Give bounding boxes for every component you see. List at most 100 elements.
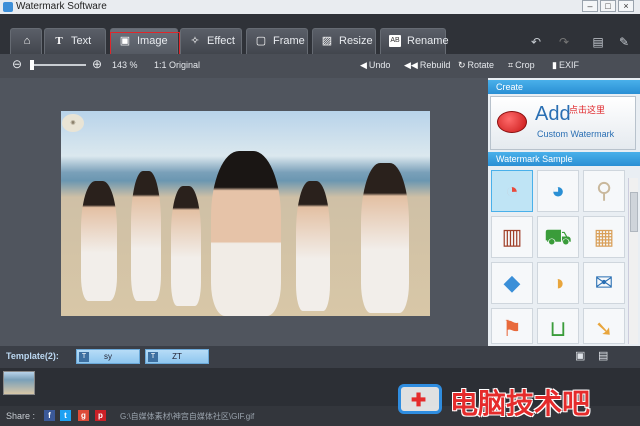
preview-photo[interactable] bbox=[61, 111, 430, 316]
tab-label: Resize bbox=[339, 35, 373, 47]
template-label: Template(2): bbox=[6, 351, 59, 361]
template-list-icon[interactable]: ▤ bbox=[598, 350, 610, 362]
zoom-value: 143 % bbox=[112, 60, 138, 70]
template-item[interactable]: T ZT bbox=[145, 349, 209, 364]
basket-icon: ⊔ bbox=[549, 316, 567, 341]
google-plus-icon[interactable]: g bbox=[78, 410, 89, 421]
app-icon bbox=[3, 2, 13, 12]
share-label: Share : bbox=[6, 411, 36, 421]
photo-subject bbox=[296, 181, 330, 311]
tab-frame[interactable]: ▢ Frame bbox=[246, 28, 308, 54]
box-icon: ▦ bbox=[593, 224, 615, 249]
settings-icon[interactable]: ✎ bbox=[612, 32, 636, 52]
undo-icon[interactable]: ↶ bbox=[524, 32, 548, 52]
exif-button[interactable]: ▮ EXIF bbox=[552, 59, 579, 71]
site-watermark-text: 电脑技术吧 bbox=[450, 388, 591, 419]
image-thumbnail[interactable] bbox=[3, 371, 35, 395]
tab-resize[interactable]: ▨ Resize bbox=[312, 28, 376, 54]
sample-tags[interactable]: ⚲ bbox=[583, 170, 625, 212]
rebuild-button[interactable]: ◀◀ Rebuild bbox=[404, 59, 450, 71]
tab-rename[interactable]: AB Rename bbox=[380, 28, 449, 54]
facebook-icon[interactable]: f bbox=[44, 410, 55, 421]
zoom-slider-handle[interactable] bbox=[30, 60, 34, 70]
tab-bar: ⌂ T Text ▣ Image ✧ Effect ▢ Frame ▨ Resi… bbox=[0, 14, 640, 70]
photo-subject bbox=[171, 186, 201, 306]
redo-icon[interactable]: ↷ bbox=[552, 32, 576, 52]
undo-label: Undo bbox=[368, 60, 391, 70]
text-icon: T bbox=[55, 35, 63, 47]
photo-subject bbox=[81, 181, 117, 301]
tab-text[interactable]: T Text bbox=[44, 28, 106, 54]
rename-icon: AB bbox=[389, 35, 401, 47]
zoom-in-icon[interactable]: ⊕ bbox=[92, 58, 102, 70]
sample-box[interactable]: ▦ bbox=[583, 216, 625, 258]
cart-add-icon: ⛟ bbox=[544, 224, 572, 249]
sample-pie-chart-color[interactable]: ◑ bbox=[537, 262, 579, 304]
feedback-icon[interactable]: ▤ bbox=[586, 32, 610, 52]
custom-watermark-label: Custom Watermark bbox=[537, 129, 615, 139]
right-panel: Create Add Custom Watermark 点击这里 Waterma… bbox=[488, 78, 640, 346]
resize-icon: ▨ bbox=[321, 35, 333, 47]
photo-subject bbox=[211, 151, 281, 316]
crop-label: Crop bbox=[515, 60, 535, 70]
image-canvas[interactable]: ◉ bbox=[0, 78, 488, 346]
window-title: Watermark Software bbox=[16, 1, 107, 12]
template-item-label: sy bbox=[104, 352, 112, 361]
tab-effect[interactable]: ✧ Effect bbox=[180, 28, 242, 54]
template-bar: Template(2): T sy T ZT ▣ ▤ bbox=[0, 346, 640, 368]
rebuild-label: Rebuild bbox=[419, 60, 451, 70]
title-bar: Watermark Software – □ × bbox=[0, 0, 640, 14]
sample-cart[interactable]: ⛟ bbox=[537, 216, 579, 258]
create-header: Create bbox=[488, 80, 640, 94]
rotate-button[interactable]: ↻ Rotate bbox=[458, 59, 494, 71]
tab-label: Frame bbox=[273, 35, 305, 47]
tab-home[interactable]: ⌂ bbox=[10, 28, 42, 54]
sample-door-tag[interactable]: ⚑ bbox=[491, 308, 533, 344]
home-icon: ⌂ bbox=[23, 35, 31, 47]
sample-pie-chart-blue[interactable]: ◕ bbox=[537, 170, 579, 212]
sample-tag[interactable]: ◆ bbox=[491, 262, 533, 304]
original-size-button[interactable]: 1:1 Original bbox=[154, 59, 200, 71]
crop-icon: ⌗ bbox=[508, 60, 514, 70]
info-icon: ▮ bbox=[552, 60, 557, 70]
photo-subject bbox=[131, 171, 161, 301]
sample-scrollbar[interactable] bbox=[628, 178, 638, 344]
minimize-button[interactable]: – bbox=[582, 0, 598, 12]
add-label: Add bbox=[535, 103, 571, 125]
sample-email[interactable]: ✉ bbox=[583, 262, 625, 304]
text-template-icon: T bbox=[148, 352, 158, 362]
undo-arrow-icon: ◀ bbox=[360, 60, 367, 70]
add-custom-watermark-button[interactable]: Add Custom Watermark 点击这里 bbox=[490, 96, 636, 150]
original-prefix: 1:1 bbox=[154, 60, 167, 70]
pie-chart-icon: ◔ bbox=[505, 178, 519, 203]
rotate-icon: ↻ bbox=[458, 60, 466, 70]
rebuild-icon: ◀◀ bbox=[404, 60, 418, 70]
close-button[interactable]: × bbox=[618, 0, 634, 12]
file-path: G:\自媒体素材\神宫自媒体社区\GIF.gif bbox=[120, 412, 255, 421]
sample-arrow[interactable]: ➘ bbox=[583, 308, 625, 344]
click-here-annotation: 点击这里 bbox=[569, 105, 606, 115]
pinterest-icon[interactable]: p bbox=[95, 410, 106, 421]
wand-icon: ✧ bbox=[190, 35, 200, 47]
undo-button[interactable]: ◀ Undo bbox=[360, 59, 390, 71]
sample-basket[interactable]: ⊔ bbox=[537, 308, 579, 344]
sample-pie-chart[interactable]: ◔ bbox=[491, 170, 533, 212]
template-item[interactable]: T sy bbox=[76, 349, 140, 364]
zoom-slider[interactable] bbox=[30, 64, 86, 66]
zoom-out-icon[interactable]: ⊖ bbox=[12, 58, 22, 70]
text-template-icon: T bbox=[79, 352, 89, 362]
twitter-icon[interactable]: t bbox=[60, 410, 71, 421]
watermark-logo-icon[interactable]: ◉ bbox=[62, 114, 84, 132]
crop-button[interactable]: ⌗ Crop bbox=[508, 59, 535, 71]
sample-server[interactable]: ▥ bbox=[491, 216, 533, 258]
template-item-label: ZT bbox=[172, 352, 182, 361]
tag-icon: ◆ bbox=[503, 270, 521, 295]
tab-label: Text bbox=[71, 35, 92, 47]
frame-icon: ▢ bbox=[255, 35, 267, 47]
maximize-button[interactable]: □ bbox=[600, 0, 616, 12]
door-tag-icon: ⚑ bbox=[502, 316, 522, 341]
photo-subject bbox=[361, 163, 409, 313]
save-template-icon[interactable]: ▣ bbox=[575, 350, 587, 362]
scrollbar-thumb[interactable] bbox=[630, 192, 638, 232]
pie-chart-icon: ◕ bbox=[551, 178, 565, 203]
